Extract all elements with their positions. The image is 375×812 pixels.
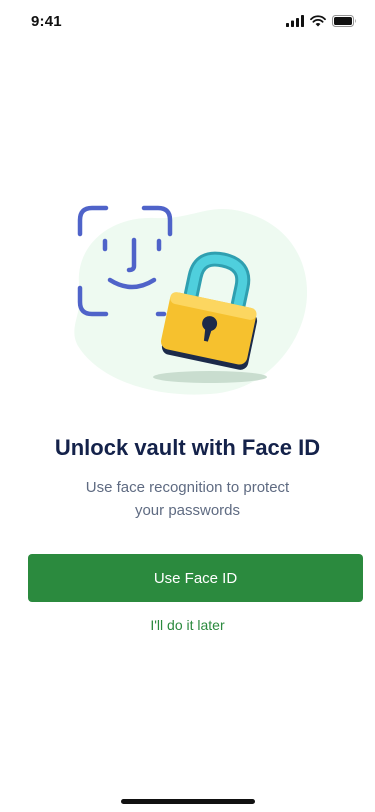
- do-it-later-link[interactable]: I'll do it later: [0, 617, 375, 633]
- cellular-signal-icon: [286, 15, 304, 27]
- face-id-onboarding-screen: 9:41 Unlock vault with Face ID Use face …: [0, 0, 375, 812]
- home-indicator: [121, 799, 255, 804]
- use-face-id-button[interactable]: Use Face ID: [28, 554, 363, 602]
- wifi-icon: [310, 15, 326, 27]
- page-subtitle: Use face recognition to protect your pas…: [85, 479, 290, 519]
- lock-shadow: [153, 371, 267, 383]
- page-title: Unlock vault with Face ID: [54, 435, 321, 460]
- use-face-id-button-label: Use Face ID: [153, 569, 238, 587]
- status-icons: [286, 15, 357, 27]
- status-bar: 9:41: [0, 0, 375, 44]
- battery-icon: [332, 15, 357, 27]
- illustration: [60, 196, 320, 402]
- status-time: 9:41: [31, 13, 62, 30]
